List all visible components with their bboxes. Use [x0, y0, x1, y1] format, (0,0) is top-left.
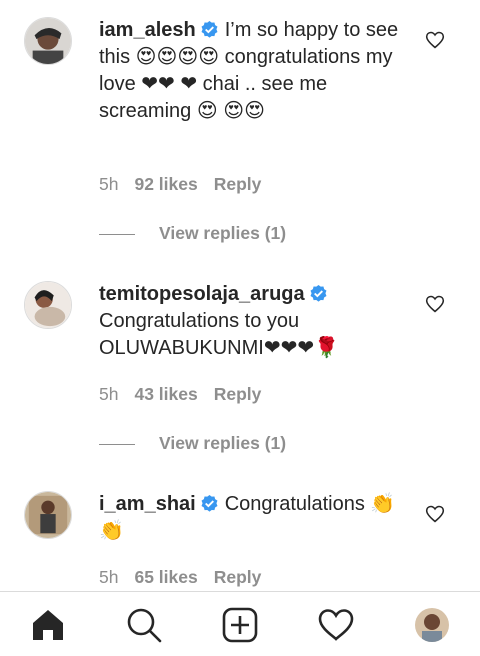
comment-avatar[interactable]: [24, 281, 72, 329]
replies-divider-line: [99, 233, 135, 235]
home-icon: [33, 610, 63, 640]
nav-profile-button[interactable]: [414, 607, 450, 643]
comment-time: 5h: [99, 567, 119, 587]
comment-username[interactable]: i_am_shai: [99, 493, 196, 515]
comment-body: Congratulations to you OLUWABUKUNMI❤❤❤🌹: [99, 310, 339, 359]
comment-likes[interactable]: 43 likes: [134, 384, 197, 404]
nav-new-post-button[interactable]: [222, 607, 258, 643]
comment-likes[interactable]: 92 likes: [134, 174, 197, 194]
nav-activity-button[interactable]: [318, 607, 354, 643]
comment-text-block: iam_alesh I’m so happy to see this 😍😍😍😍 c…: [99, 17, 404, 125]
replies-divider-line: [99, 443, 135, 445]
heart-outline-icon: [425, 31, 445, 49]
activity-heart-icon: [318, 609, 354, 641]
like-comment-button[interactable]: [425, 504, 445, 524]
heart-outline-icon: [425, 505, 445, 523]
comment-avatar[interactable]: [24, 17, 72, 65]
reply-button[interactable]: Reply: [214, 384, 262, 404]
view-replies-button[interactable]: View replies (1): [99, 433, 286, 454]
comment-username[interactable]: temitopesolaja_aruga: [99, 283, 305, 305]
verified-badge-icon: [200, 494, 219, 513]
verified-badge-icon: [200, 20, 219, 39]
nav-home-button[interactable]: [30, 607, 66, 643]
bottom-navigation-bar: [0, 591, 480, 656]
comment-avatar[interactable]: [24, 491, 72, 539]
comment-text-block: temitopesolaja_aruga Congratulations to y…: [99, 281, 404, 362]
comment-likes[interactable]: 65 likes: [134, 567, 197, 587]
comment-time: 5h: [99, 174, 119, 194]
like-comment-button[interactable]: [425, 30, 445, 50]
search-icon: [127, 608, 162, 643]
view-replies-button[interactable]: View replies (1): [99, 223, 286, 244]
comment-time: 5h: [99, 384, 119, 404]
comment-meta: 5h 43 likes Reply: [99, 384, 277, 405]
comment-meta: 5h 92 likes Reply: [99, 174, 277, 195]
view-replies-label: View replies (1): [159, 433, 287, 453]
heart-outline-icon: [425, 295, 445, 313]
like-comment-button[interactable]: [425, 294, 445, 314]
nav-search-button[interactable]: [126, 607, 162, 643]
comment-text-block: i_am_shai Congratulations 👏👏: [99, 491, 404, 545]
view-replies-label: View replies (1): [159, 223, 287, 243]
comment-username[interactable]: iam_alesh: [99, 19, 196, 41]
reply-button[interactable]: Reply: [214, 174, 262, 194]
verified-badge-icon: [309, 284, 328, 303]
reply-button[interactable]: Reply: [214, 567, 262, 587]
profile-avatar: [415, 608, 449, 642]
comment-meta: 5h 65 likes Reply: [99, 567, 277, 588]
new-post-icon: [222, 607, 258, 643]
